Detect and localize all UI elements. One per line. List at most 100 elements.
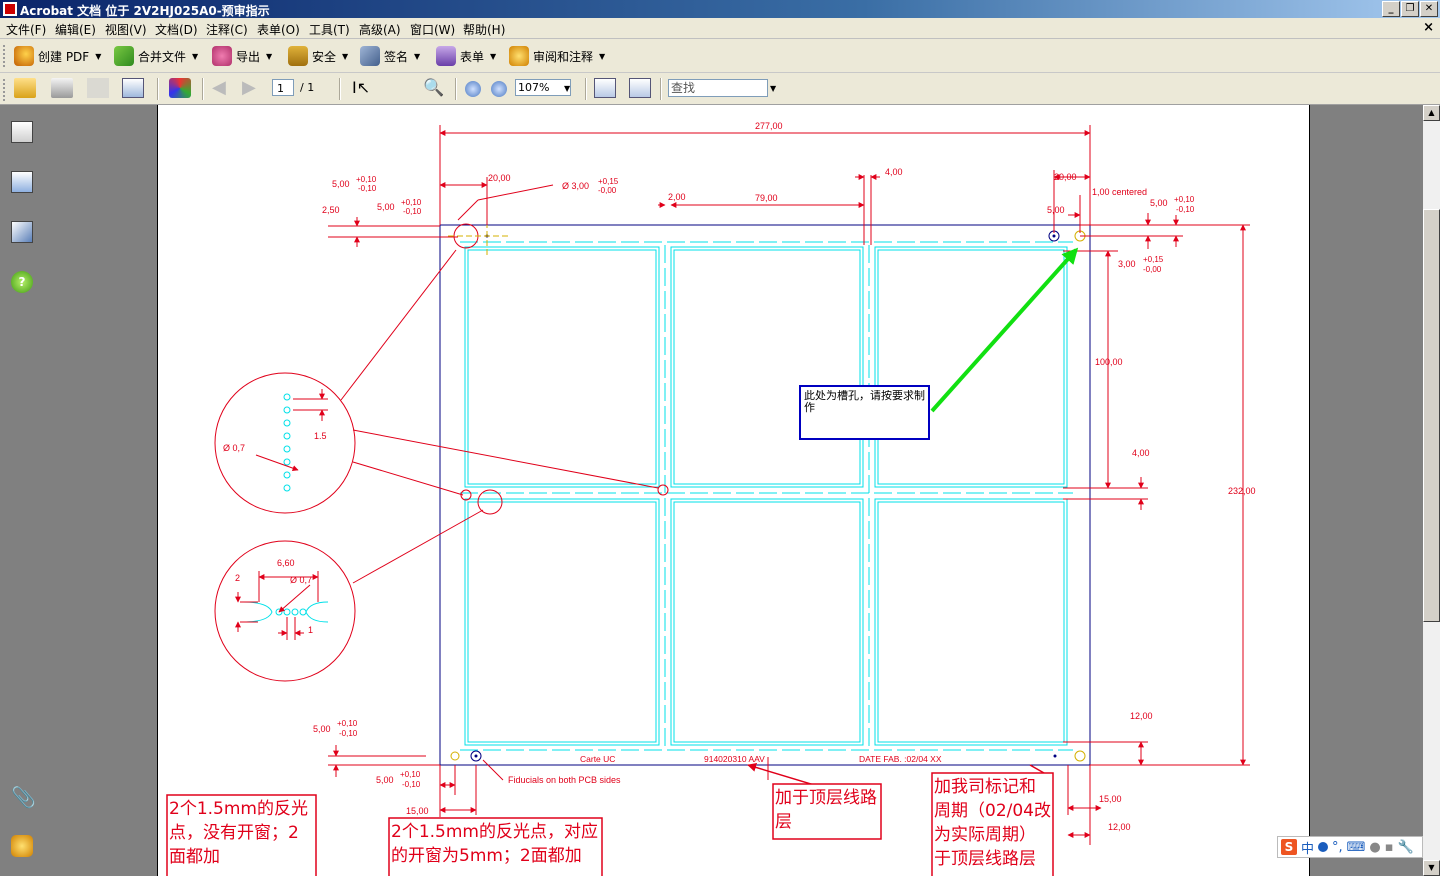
bookmarks-icon[interactable] — [11, 171, 33, 193]
pen-icon — [360, 46, 380, 66]
save-icon[interactable] — [87, 78, 109, 98]
find-dropdown-icon[interactable]: ▼ — [770, 84, 776, 93]
fiducial-note-2-text: 2个1.5mm的反光点，对应的开窗为5mm；2面都加 — [391, 822, 598, 866]
toolbar-grip[interactable] — [3, 45, 8, 67]
dim-15-small: 1.5 — [314, 431, 327, 441]
review-comment-label: 审阅和注释 — [533, 49, 594, 64]
page-number-input[interactable]: 1 — [272, 79, 294, 96]
lock-icon — [288, 46, 308, 66]
review-comment-button[interactable]: 审阅和注释 ▼ — [509, 45, 605, 67]
ime-toolbar[interactable]: S 中 °, ⌨ ● ▪ 🔧 — [1277, 836, 1423, 858]
dim-2: 2 — [235, 573, 240, 583]
forms-button[interactable]: 表单 ▼ — [436, 45, 496, 67]
find-input[interactable]: 查找 — [668, 79, 768, 97]
attachments-icon[interactable]: 📎 — [11, 785, 36, 809]
title-bar: Acrobat 文档 位于 2V2HJ025A0-预审指示 _ ❐ ✕ — [0, 0, 1440, 18]
dim-100: 100,00 — [1095, 357, 1123, 367]
zoom-select[interactable]: 107% — [515, 79, 571, 96]
dim-15-bottom: 15,00 — [406, 806, 429, 816]
ime-mode[interactable]: 中 — [1301, 838, 1314, 857]
fit-width-icon[interactable] — [594, 78, 616, 98]
panel-outlines — [460, 241, 1073, 751]
menu-tools[interactable]: 工具(T) — [309, 21, 350, 38]
dim-660: 6,60 — [277, 558, 295, 568]
forms-label: 表单 — [460, 49, 485, 64]
zoom-dropdown-icon[interactable]: ▼ — [564, 84, 570, 93]
previous-page-icon[interactable]: ◀ — [212, 78, 234, 98]
scroll-down-icon[interactable]: ▼ — [1423, 860, 1440, 876]
export-label: 导出 — [236, 49, 261, 64]
close-button[interactable]: ✕ — [1420, 1, 1438, 17]
menu-edit[interactable]: 编辑(E) — [55, 21, 96, 38]
menu-forms[interactable]: 表单(O) — [257, 21, 300, 38]
menu-advanced[interactable]: 高级(A) — [359, 21, 401, 38]
menu-view[interactable]: 视图(V) — [105, 21, 147, 38]
vertical-scrollbar[interactable]: ▲ ▼ — [1423, 105, 1440, 876]
green-arrow — [930, 247, 1079, 413]
dim-20-left: 20,00 — [488, 173, 511, 183]
tol-plus-b: +0,10 — [401, 198, 422, 207]
combine-files-button[interactable]: 合并文件 ▼ — [114, 45, 198, 67]
top-layer-note: 加于顶层线路层 — [775, 788, 877, 832]
open-folder-icon[interactable] — [14, 78, 36, 98]
form-icon — [436, 46, 456, 66]
export-icon — [212, 46, 232, 66]
zoom-out-icon[interactable] — [465, 81, 481, 97]
menu-window[interactable]: 窗口(W) — [410, 21, 455, 38]
document-close-icon[interactable]: × — [1423, 20, 1434, 35]
dim-7900: 79,00 — [755, 193, 778, 203]
restore-button[interactable]: ❐ — [1401, 1, 1419, 17]
help-icon[interactable]: ? — [11, 271, 33, 293]
slot-note-text: 此处为槽孔，请按要求制作 — [804, 390, 925, 414]
menu-file[interactable]: 文件(F) — [6, 21, 46, 38]
next-page-icon[interactable]: ▶ — [242, 78, 264, 98]
sign-button[interactable]: 签名 ▼ — [360, 45, 420, 67]
dimension-lines — [214, 125, 1250, 845]
menu-help[interactable]: 帮助(H) — [463, 21, 505, 38]
export-button[interactable]: 导出 ▼ — [212, 45, 272, 67]
security-label: 安全 — [312, 49, 337, 64]
comment-bubble-icon — [509, 46, 529, 66]
zoom-tool-icon[interactable]: 🔍 — [423, 78, 445, 98]
tol-minus-phi3: -0,00 — [598, 186, 617, 195]
print-icon[interactable] — [51, 78, 73, 98]
skin-icon[interactable]: ▪ — [1385, 840, 1394, 855]
ime-symbol-icon[interactable]: °, — [1332, 840, 1343, 855]
tol-plus-right: +0,10 — [1174, 195, 1195, 204]
wrench-icon[interactable]: 🔧 — [1398, 840, 1414, 855]
dim-phi07-a: Ø 0,7 — [223, 443, 245, 453]
scroll-thumb[interactable] — [1423, 209, 1440, 622]
document-area[interactable]: 277,00 20,00 5,00 +0,10 -0,10 5,00 +0,10… — [46, 105, 1423, 876]
scroll-up-icon[interactable]: ▲ — [1423, 105, 1440, 121]
color-icon[interactable] — [169, 78, 191, 98]
keyboard-icon[interactable]: ⌨ — [1347, 840, 1366, 855]
board-outline — [439, 224, 1091, 766]
dim-phi3: Ø 3,00 — [562, 181, 589, 191]
toolbar2-grip[interactable] — [3, 79, 8, 101]
menu-comments[interactable]: 注释(C) — [206, 21, 248, 38]
ime-punct-icon[interactable] — [1318, 842, 1329, 852]
detail-views — [235, 389, 329, 640]
pages-icon[interactable] — [11, 121, 33, 143]
minimize-button[interactable]: _ — [1382, 1, 1400, 17]
fit-page-icon[interactable] — [629, 78, 651, 98]
dim-5-a: 5,00 — [332, 179, 350, 189]
top-layer-note-text: 加于顶层线路层 — [775, 788, 877, 832]
select-text-icon[interactable]: I↖ — [352, 78, 374, 98]
label-datefab: DATE FAB. :02/04 XX — [859, 754, 942, 764]
create-pdf-button[interactable]: 创建 PDF ▼ — [14, 45, 101, 67]
tol-plus-bl2: +0,10 — [400, 770, 421, 779]
dim-12b: 12,00 — [1108, 822, 1131, 832]
tol-minus-a: -0,10 — [358, 184, 377, 193]
user-icon[interactable]: ● — [1369, 840, 1380, 855]
email-icon[interactable] — [122, 78, 144, 98]
signatures-icon[interactable] — [11, 221, 33, 243]
dim-5-bl: 5,00 — [313, 724, 331, 734]
security-button[interactable]: 安全 ▼ — [288, 45, 348, 67]
window-title: Acrobat 文档 位于 2V2HJ025A0-预审指示 — [20, 4, 270, 18]
fiducial-note-1: 2个1.5mm的反光点，没有开窗；2面都加 — [169, 799, 308, 867]
page-total: / 1 — [300, 81, 315, 94]
menu-document[interactable]: 文档(D) — [155, 21, 198, 38]
zoom-in-icon[interactable] — [491, 81, 507, 97]
comments-icon[interactable] — [11, 835, 33, 857]
